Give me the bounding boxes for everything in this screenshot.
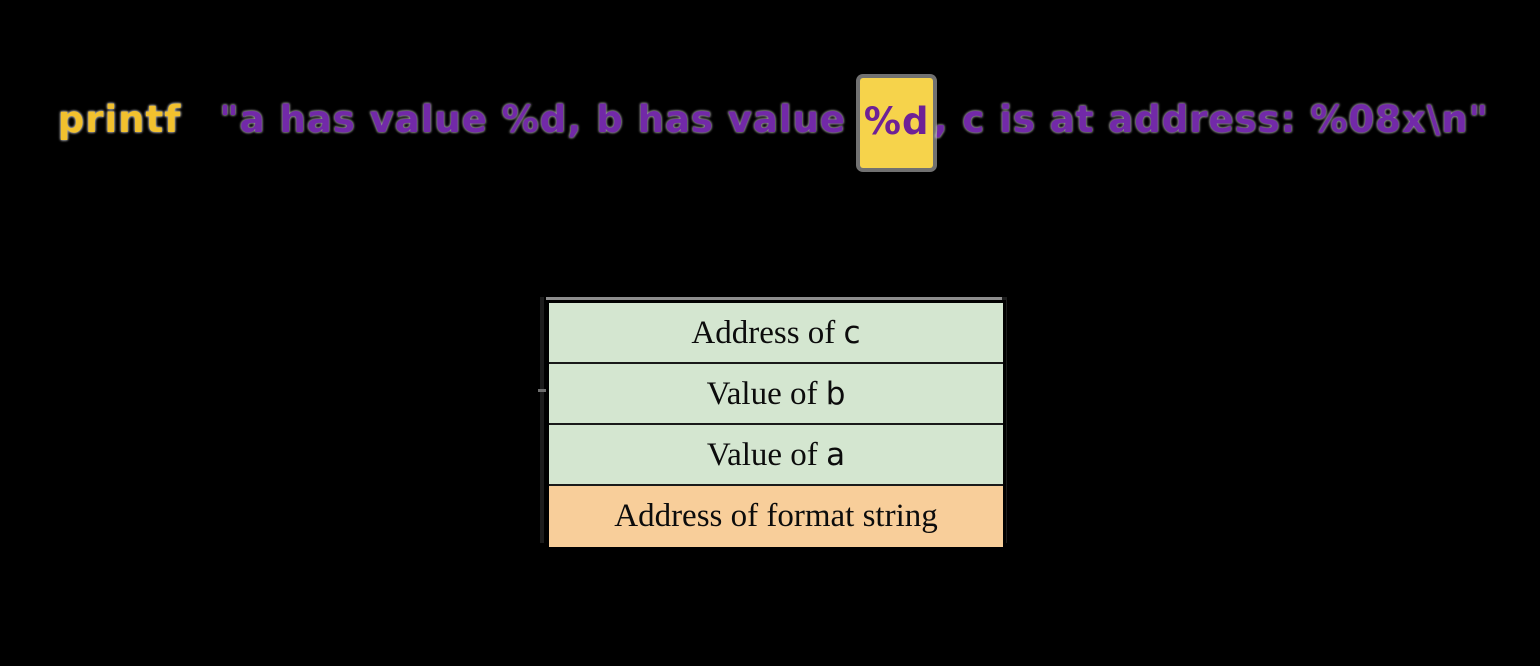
printf-keyword: printf (57, 98, 182, 141)
stack-cell-label: Value of (706, 437, 827, 473)
stack-row: Value of a (549, 425, 1003, 486)
stack-cell-variable: a (826, 437, 846, 473)
stack-row: Address of c (549, 303, 1003, 364)
code-line: printf "a has value %d, b has value %d, c… (0, 0, 1540, 168)
stack-cell-variable: c (843, 315, 861, 351)
stack-row: Address of format string (549, 486, 1003, 547)
stack-cell-label: Value of (706, 376, 826, 412)
format-string-part-1: "a has value %d, b has value (219, 98, 860, 141)
stack-left-rail (540, 297, 544, 543)
stack-cell-variable: b (825, 376, 846, 412)
highlighted-format-specifier[interactable]: %d (859, 78, 934, 168)
stack-cell-label: Address of format string (614, 498, 938, 534)
stack-row: Value of b (549, 364, 1003, 425)
stack-cell-label: Address of (691, 315, 844, 351)
format-string-part-2: , c is at address: %08x\n" (933, 98, 1489, 141)
stack-frame-body: Address of c Value of b Value of a Addre… (546, 300, 1006, 550)
